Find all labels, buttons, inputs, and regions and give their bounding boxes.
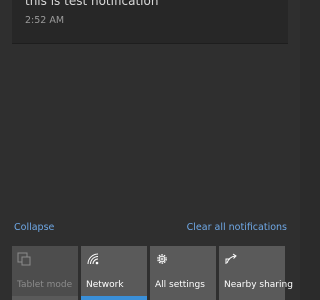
notification-actions-bar: Collapse Clear all notifications	[0, 218, 300, 240]
gear-icon	[155, 251, 169, 265]
quick-action-tablet-mode[interactable]: Tablet mode	[12, 246, 78, 296]
all-settings-label: All settings	[155, 280, 205, 290]
network-label: Network	[86, 280, 124, 290]
next-tile-row-edge	[0, 296, 300, 300]
tile-row-edge-3	[150, 296, 216, 300]
quick-actions-grid: Tablet mode Network All settings Nearby …	[0, 246, 300, 300]
tablet-mode-label: Tablet mode	[17, 280, 73, 290]
tablet-mode-icon	[17, 251, 31, 266]
notification-message: this is test notification	[25, 0, 159, 8]
nearby-sharing-label: Nearby sharing	[224, 280, 293, 290]
quick-action-network[interactable]: Network	[81, 246, 147, 296]
tile-row-edge-1	[12, 296, 78, 300]
notification-time: 2:52 AM	[25, 15, 65, 26]
notification-card[interactable]: this is test notification 2:52 AM	[12, 0, 288, 44]
action-center-panel: this is test notification 2:52 AM Collap…	[0, 0, 300, 300]
network-icon	[86, 251, 100, 265]
collapse-link[interactable]: Collapse	[14, 222, 54, 233]
tile-row-edge-2	[81, 296, 147, 300]
clear-all-notifications-link[interactable]: Clear all notifications	[187, 222, 287, 233]
quick-action-all-settings[interactable]: All settings	[150, 246, 216, 296]
quick-action-nearby-sharing[interactable]: Nearby sharing	[219, 246, 293, 296]
tile-row-edge-4	[219, 296, 285, 300]
share-icon	[224, 251, 238, 265]
